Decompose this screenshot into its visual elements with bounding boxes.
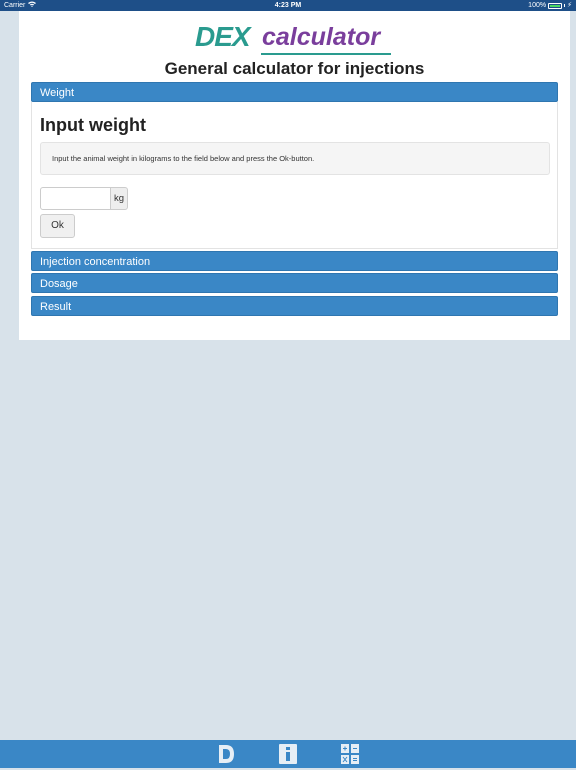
section-header-injection-concentration[interactable]: Injection concentration [31,251,558,271]
bottom-tab-bar [0,740,576,768]
info-icon[interactable] [278,743,298,765]
section-header-dosage[interactable]: Dosage [31,273,558,293]
unit-label: kg [110,187,128,210]
status-right: 100% ⚡ [528,0,572,11]
charging-icon: ⚡ [567,2,572,9]
weight-input[interactable] [40,187,111,210]
battery-cap [564,4,566,7]
main-card: DEX calculator General calculator for in… [19,11,570,340]
status-bar: Carrier 4:23 PM 100% ⚡ [0,0,576,11]
battery-percent: 100% [528,2,547,9]
instruction-text: Input the animal weight in kilograms to … [40,142,550,175]
weight-panel: Input weight Input the animal weight in … [31,102,558,249]
battery-icon [548,2,563,9]
logo-dex-text: DEX [195,21,251,52]
status-time: 4:23 PM [274,2,302,9]
section-header-weight[interactable]: Weight [31,82,558,102]
dex-calculator-logo: DEX calculator [195,21,395,61]
logo-underline [261,53,391,55]
dex-logo-icon[interactable] [216,743,236,765]
input-weight-heading: Input weight [40,115,146,135]
calculator-icon[interactable] [340,743,360,765]
page-title: General calculator for injections [164,59,425,78]
logo-calculator-text: calculator [262,23,381,51]
section-header-result[interactable]: Result [31,296,558,316]
ok-button[interactable]: Ok [40,214,75,238]
